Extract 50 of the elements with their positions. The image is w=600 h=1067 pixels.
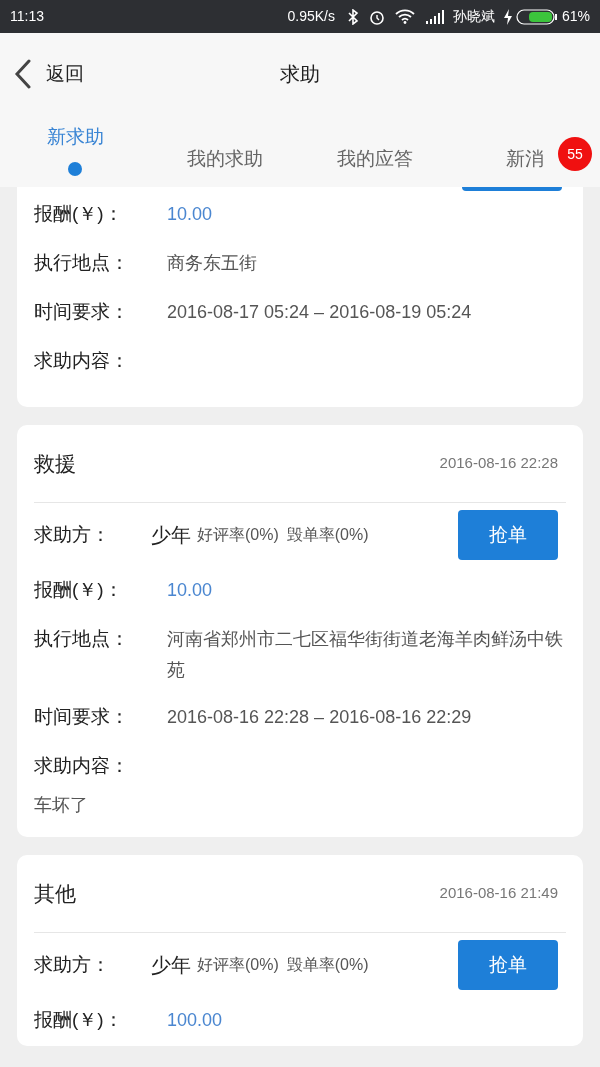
field-label: 求助内容： xyxy=(34,349,130,373)
wifi-icon xyxy=(394,9,415,24)
field-value: 10.00 xyxy=(167,203,214,226)
post-time: 2016-08-16 22:28 xyxy=(439,453,558,474)
alarm-icon xyxy=(368,8,385,25)
tab[interactable]: 我的求助 xyxy=(150,115,300,187)
network-speed: 0.95K/s xyxy=(287,7,335,26)
battery-icon xyxy=(515,8,558,25)
grab-button[interactable] xyxy=(462,187,562,191)
cancel-rate: 毁单率(0%) xyxy=(286,525,369,545)
good-rate: 好评率(0%) xyxy=(197,955,279,975)
clock-text: 11:13 xyxy=(10,7,44,26)
field-value: 河南省郑州市二七区福华街街道老海羊肉鲜汤中铁苑 xyxy=(167,628,564,682)
field-label: 求助方： xyxy=(34,522,111,547)
field-label: 报酬(￥)： xyxy=(34,202,124,226)
category-title: 救援 xyxy=(34,450,76,477)
back-button[interactable]: 返回 xyxy=(14,59,84,89)
help-content: 车坏了 xyxy=(34,794,89,817)
field-value: 2016-08-17 05:24 – 2016-08-19 05:24 xyxy=(167,301,473,324)
grab-button[interactable]: 抢单 xyxy=(458,510,558,560)
battery-text: 61% xyxy=(561,7,590,26)
carrier-text: 孙晓斌 xyxy=(452,7,495,26)
tab[interactable]: 我的应答 xyxy=(300,115,450,187)
field-label: 执行地点： xyxy=(34,251,130,275)
grab-button[interactable]: 抢单 xyxy=(458,940,558,990)
requester-name: 少年 xyxy=(151,953,191,978)
tab[interactable]: 新求助 xyxy=(0,115,150,187)
field-label: 时间要求： xyxy=(34,705,130,729)
back-icon xyxy=(14,59,32,89)
requester-name: 少年 xyxy=(151,523,191,548)
field-label: 求助方： xyxy=(34,952,111,977)
field-label: 报酬(￥)： xyxy=(34,1008,124,1032)
field-label: 时间要求： xyxy=(34,300,130,324)
cancel-rate: 毁单率(0%) xyxy=(286,955,369,975)
category-title: 其他 xyxy=(34,880,76,907)
field-label: 求助内容： xyxy=(34,754,130,778)
bluetooth-icon xyxy=(346,8,359,25)
field-value: 2016-08-16 22:28 – 2016-08-16 22:29 xyxy=(167,706,473,729)
field-value: 100.00 xyxy=(167,1009,224,1032)
post-time: 2016-08-16 21:49 xyxy=(439,883,558,904)
field-value: 10.00 xyxy=(167,579,214,602)
good-rate: 好评率(0%) xyxy=(197,525,279,545)
tab[interactable]: 新消 55 xyxy=(450,115,600,187)
field-label: 执行地点： xyxy=(34,627,130,651)
signal-icon xyxy=(424,9,445,24)
field-value: 商务东五街 xyxy=(167,252,258,275)
page-title: 求助 xyxy=(280,62,320,87)
badge: 55 xyxy=(558,137,592,171)
charging-icon xyxy=(502,8,513,25)
field-label: 报酬(￥)： xyxy=(34,578,124,602)
